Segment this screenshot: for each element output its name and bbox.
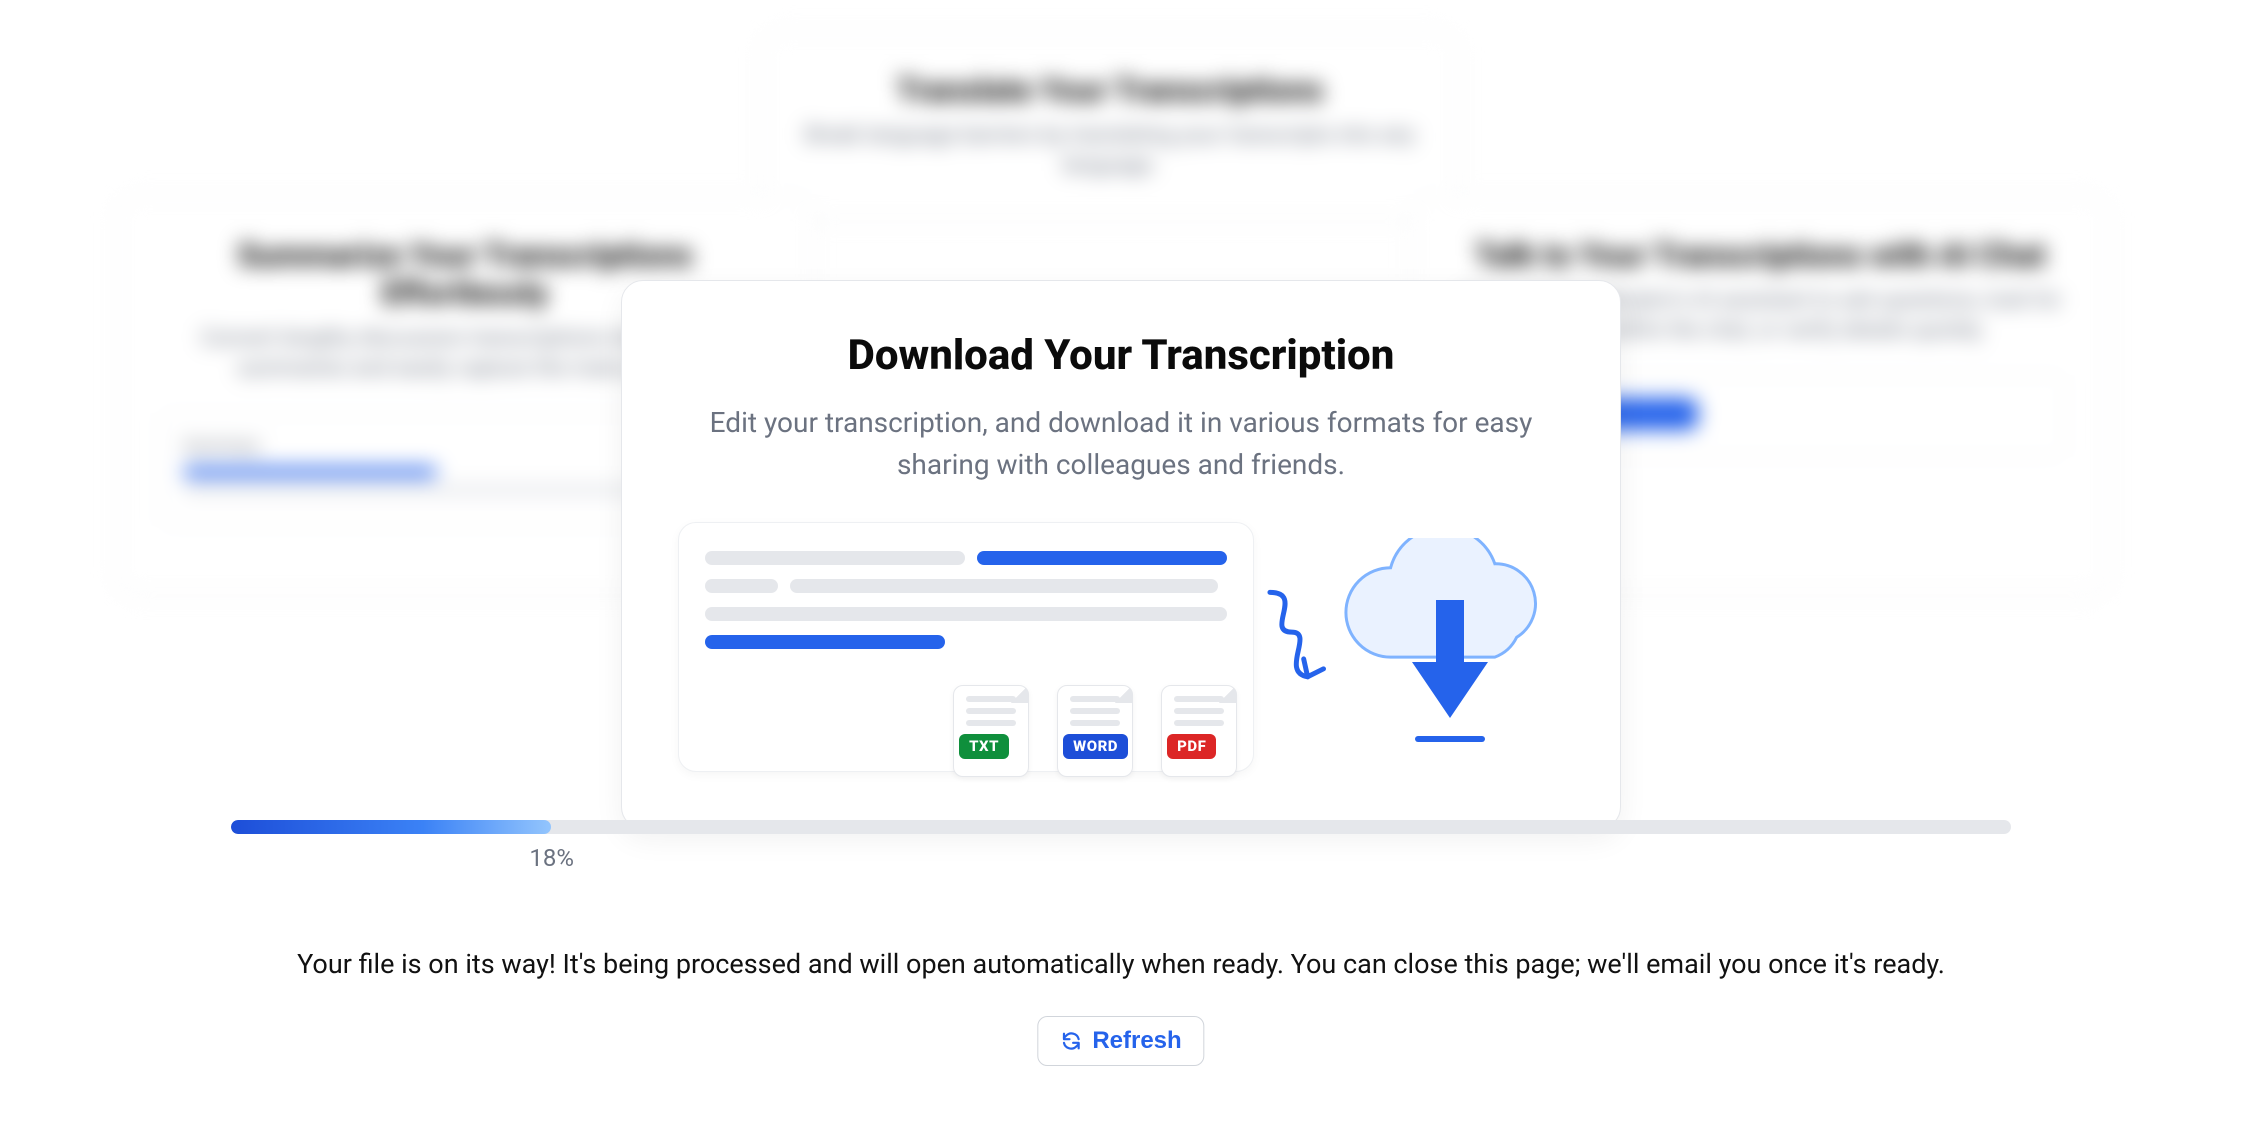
doc-line xyxy=(705,579,778,593)
refresh-button[interactable]: Refresh xyxy=(1037,1016,1204,1066)
download-arrow-icon xyxy=(1412,600,1488,720)
paper-fold xyxy=(1219,685,1237,703)
doc-line-highlight xyxy=(977,551,1227,565)
format-badges: TXT WORD PDF xyxy=(953,685,1237,777)
format-badge-pdf: PDF xyxy=(1167,734,1216,759)
cloud-download-illustration xyxy=(1336,532,1564,762)
paper-fold xyxy=(1011,685,1029,703)
doc-line xyxy=(705,607,1227,621)
processing-status-message: Your file is on its way! It's being proc… xyxy=(231,948,2011,980)
format-file-txt: TXT xyxy=(953,685,1029,777)
bg-card-desc: Break language barriers by translating y… xyxy=(805,121,1415,180)
card-subtitle: Edit your transcription, and download it… xyxy=(681,402,1561,486)
curly-arrow-icon xyxy=(1260,577,1329,717)
card-title: Download Your Transcription xyxy=(678,331,1564,380)
download-arrow-base xyxy=(1415,736,1485,742)
paper-fold xyxy=(1115,685,1133,703)
bg-card-title: Talk to Your Transcriptions with AI Chat xyxy=(1455,236,2065,274)
bg-card-title: Translate Your Transcriptions xyxy=(805,71,1415,109)
bg-card-translate: Translate Your Transcriptions Break lang… xyxy=(760,30,1460,221)
mock-bar xyxy=(183,467,437,477)
progress-fill xyxy=(231,820,551,834)
progress-track xyxy=(231,820,2011,834)
document-panel: TXT WORD PDF xyxy=(678,522,1254,772)
card-illustration: TXT WORD PDF xyxy=(678,522,1564,772)
format-file-pdf: PDF xyxy=(1161,685,1237,777)
refresh-button-label: Refresh xyxy=(1092,1027,1181,1055)
format-file-word: WORD xyxy=(1057,685,1133,777)
format-badge-txt: TXT xyxy=(959,734,1009,759)
doc-line xyxy=(705,551,965,565)
doc-line-highlight xyxy=(705,635,945,649)
refresh-icon xyxy=(1060,1030,1082,1052)
download-transcription-card: Download Your Transcription Edit your tr… xyxy=(621,280,1621,829)
upload-progress: 18% xyxy=(231,820,2011,872)
mock-bar xyxy=(183,485,662,495)
page-stage: Translate Your Transcriptions Break lang… xyxy=(0,0,2242,1136)
format-badge-word: WORD xyxy=(1063,734,1128,759)
doc-line xyxy=(790,579,1218,593)
progress-percent-label: 18% xyxy=(529,844,2011,872)
